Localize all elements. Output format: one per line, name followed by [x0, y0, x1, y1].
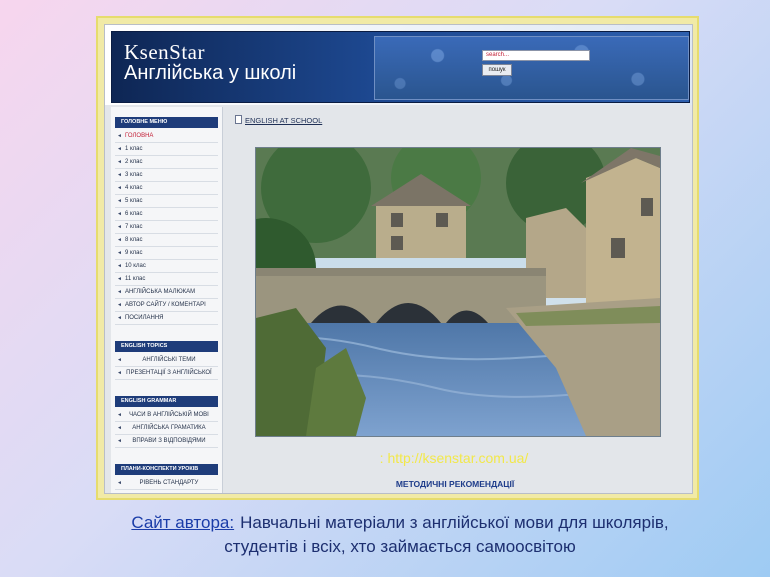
menu-item-standard-level[interactable]: ◄ РІВЕНЬ СТАНДАРТУ	[115, 478, 218, 490]
water-drops-background	[374, 36, 689, 100]
arrow-left-icon: ◄	[117, 412, 122, 418]
slide-frame: KsenStar Англійська у школі search... по…	[96, 16, 699, 500]
arrow-left-icon: ◄	[117, 133, 122, 139]
arrow-left-icon: ◄	[117, 159, 122, 165]
village-river-photo	[255, 147, 661, 437]
arrow-left-icon: ◄	[117, 480, 122, 486]
menu-item-tenses[interactable]: ◄ ЧАСИ В АНГЛІЙСЬКІЙ МОВІ	[115, 410, 218, 422]
arrow-left-icon: ◄	[117, 425, 122, 431]
menu-item-class-9[interactable]: ◄ 9 клас	[115, 248, 218, 260]
menu-item-english-kids[interactable]: ◄ АНГЛІЙСЬКА МАЛЮКАМ	[115, 287, 218, 299]
menu-item-home[interactable]: ◄ ГОЛОВНА	[115, 131, 218, 143]
menu-item-english-topics[interactable]: ◄ АНГЛІЙСЬКІ ТЕМИ	[115, 355, 218, 367]
arrow-left-icon: ◄	[117, 357, 122, 363]
menu-item-class-7[interactable]: ◄ 7 клас	[115, 222, 218, 234]
arrow-left-icon: ◄	[117, 185, 122, 191]
site-header: KsenStar Англійська у школі search... по…	[105, 25, 692, 105]
menu-item-class-3[interactable]: ◄ 3 клас	[115, 170, 218, 182]
menu-item-class-8[interactable]: ◄ 8 клас	[115, 235, 218, 247]
arrow-left-icon: ◄	[117, 370, 122, 376]
arrow-left-icon: ◄	[117, 302, 122, 308]
page-icon	[235, 115, 242, 124]
search-button[interactable]: пошук	[482, 64, 512, 76]
topics-menu-header: ENGLISH TOPICS	[115, 341, 218, 352]
arrow-left-icon: ◄	[117, 172, 122, 178]
arrow-left-icon: ◄	[117, 237, 122, 243]
author-site-link[interactable]: Сайт автора:	[131, 513, 234, 532]
methodical-recommendations-link[interactable]: МЕТОДИЧНІ РЕКОМЕНДАЦІЇ	[345, 479, 565, 489]
breadcrumb[interactable]: ENGLISH AT SCHOOL	[235, 115, 322, 125]
header-banner: KsenStar Англійська у школі search... по…	[111, 31, 690, 103]
plans-menu-header: ПЛАНИ-КОНСПЕКТИ УРОКІВ	[115, 464, 218, 475]
main-menu-header: ГОЛОВНЕ МЕНЮ	[115, 117, 218, 128]
menu-item-links[interactable]: ◄ ПОСИЛАННЯ	[115, 313, 218, 325]
menu-item-presentations[interactable]: ◄ ПРЕЗЕНТАЦІЇ З АНГЛІЙСЬКОЇ	[115, 368, 218, 380]
arrow-left-icon: ◄	[117, 438, 122, 444]
sidebar: ГОЛОВНЕ МЕНЮ ◄ ГОЛОВНА ◄ 1 клас ◄ 2 клас ◄ 3…	[111, 107, 223, 493]
search-input[interactable]: search...	[482, 50, 590, 61]
menu-item-exercises[interactable]: ◄ ВПРАВИ З ВІДПОВІДЯМИ	[115, 436, 218, 448]
menu-item-class-10[interactable]: ◄ 10 клас	[115, 261, 218, 273]
website-screenshot: KsenStar Англійська у школі search... по…	[104, 24, 693, 494]
arrow-left-icon: ◄	[117, 263, 122, 269]
arrow-left-icon: ◄	[117, 146, 122, 152]
arrow-left-icon: ◄	[117, 276, 122, 282]
arrow-left-icon: ◄	[117, 289, 122, 295]
grammar-menu-header: ENGLISH GRAMMAR	[115, 396, 218, 407]
slide-caption: Сайт автора: Навчальні матеріали з англій…	[100, 511, 700, 559]
caption-text: Навчальні матеріали з англійської мови д…	[224, 513, 669, 556]
menu-item-class-5[interactable]: ◄ 5 клас	[115, 196, 218, 208]
menu-item-class-6[interactable]: ◄ 6 клас	[115, 209, 218, 221]
photo-illustration	[256, 148, 660, 436]
menu-item-class-11[interactable]: ◄ 11 клас	[115, 274, 218, 286]
arrow-left-icon: ◄	[117, 224, 122, 230]
arrow-left-icon: ◄	[117, 198, 122, 204]
menu-item-author-comments[interactable]: ◄ АВТОР САЙТУ / КОМЕНТАРІ	[115, 300, 218, 312]
site-url[interactable]: : http://ksenstar.com.ua/	[349, 450, 559, 466]
menu-item-class-2[interactable]: ◄ 2 клас	[115, 157, 218, 169]
menu-item-class-1[interactable]: ◄ 1 клас	[115, 144, 218, 156]
site-subtitle: Англійська у школі	[124, 62, 297, 84]
arrow-left-icon: ◄	[117, 250, 122, 256]
arrow-left-icon: ◄	[117, 315, 122, 321]
menu-item-class-4[interactable]: ◄ 4 клас	[115, 183, 218, 195]
arrow-left-icon: ◄	[117, 211, 122, 217]
menu-item-grammar[interactable]: ◄ АНГЛІЙСЬКА ГРАМАТИКА	[115, 423, 218, 435]
